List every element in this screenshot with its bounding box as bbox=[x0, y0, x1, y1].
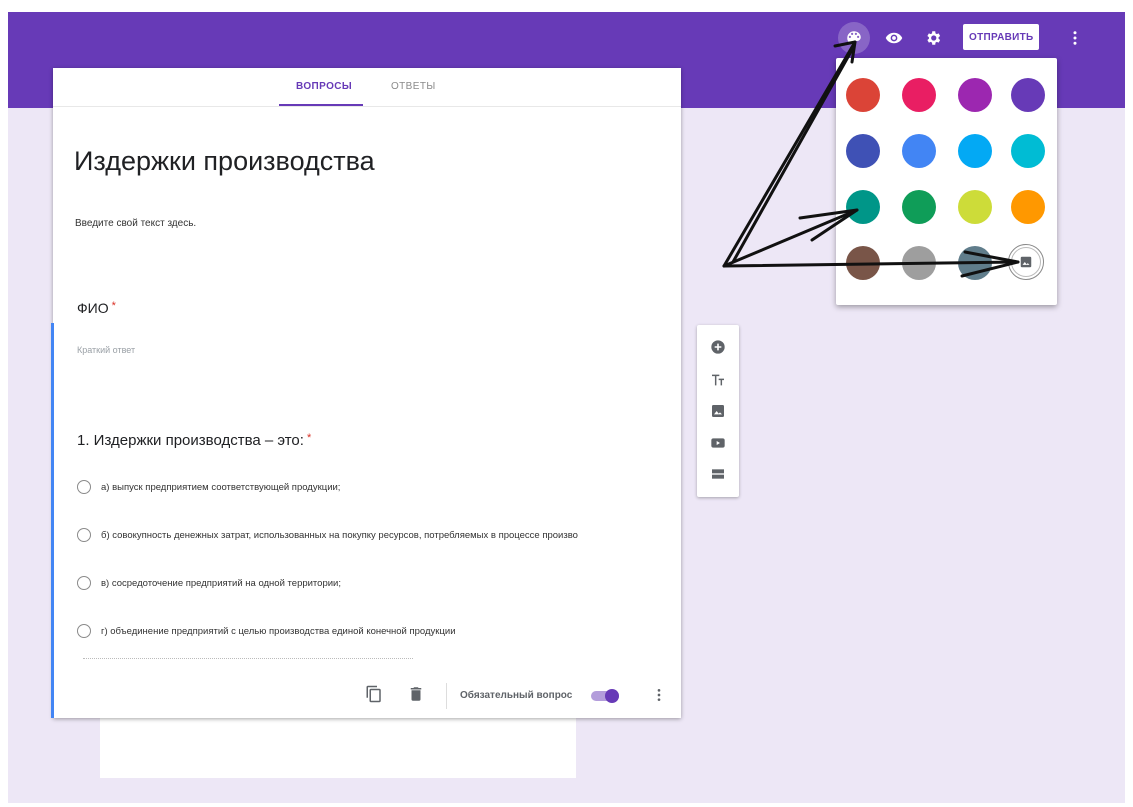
preview-button[interactable] bbox=[878, 22, 910, 54]
more-vert-icon bbox=[1073, 31, 1077, 45]
option-c[interactable]: в) сосредоточение предприятий на одной т… bbox=[77, 576, 341, 590]
active-question-indicator bbox=[51, 323, 54, 718]
add-section-button[interactable] bbox=[708, 464, 728, 484]
preview-icon bbox=[885, 32, 903, 44]
image-icon bbox=[1020, 256, 1032, 268]
option-c-text: в) сосредоточение предприятий на одной т… bbox=[101, 577, 342, 589]
question-fio-text: ФИО bbox=[77, 300, 109, 316]
add-title-button[interactable] bbox=[708, 370, 728, 390]
radio-button[interactable] bbox=[77, 528, 91, 542]
add-video-icon bbox=[711, 438, 725, 448]
form-title[interactable]: Издержки производства bbox=[74, 146, 375, 177]
short-answer-placeholder: Краткий ответ bbox=[77, 345, 136, 355]
copy-icon bbox=[366, 685, 381, 703]
form-card: ВОПРОСЫ ОТВЕТЫ Издержки производства Вве… bbox=[53, 68, 681, 718]
more-vert-icon bbox=[657, 689, 661, 701]
add-question-button[interactable] bbox=[708, 337, 728, 357]
option-b-text: б) совокупность денежных затрат, использ… bbox=[101, 529, 578, 541]
radio-button[interactable] bbox=[77, 480, 91, 494]
palette-button[interactable] bbox=[838, 22, 870, 54]
palette-icon bbox=[847, 31, 861, 45]
radio-button[interactable] bbox=[77, 576, 91, 590]
add-image-icon bbox=[712, 405, 724, 417]
add-image-button[interactable] bbox=[708, 401, 728, 421]
required-asterisk: * bbox=[306, 432, 312, 444]
color-swatch-orange[interactable] bbox=[1011, 190, 1045, 224]
delete-button[interactable] bbox=[407, 685, 425, 708]
required-toggle[interactable] bbox=[591, 689, 619, 703]
option-d-text: г) объединение предприятий с целью произ… bbox=[101, 625, 456, 637]
tab-questions[interactable]: ВОПРОСЫ bbox=[296, 81, 352, 92]
add-question-icon bbox=[711, 340, 725, 354]
question-footer: Обязательный вопрос bbox=[53, 673, 681, 718]
color-swatch-purple[interactable] bbox=[958, 78, 992, 112]
color-swatch-indigo[interactable] bbox=[846, 134, 880, 168]
next-card-preview bbox=[100, 718, 576, 778]
option-d[interactable]: г) объединение предприятий с целью произ… bbox=[77, 624, 456, 638]
color-swatch-grey[interactable] bbox=[902, 246, 936, 280]
form-description[interactable]: Введите свой текст здесь. bbox=[75, 218, 196, 229]
option-a[interactable]: а) выпуск предприятием соответствующей п… bbox=[77, 480, 340, 494]
side-toolbar bbox=[697, 325, 739, 497]
choose-image-button[interactable] bbox=[1008, 244, 1044, 280]
radio-button[interactable] bbox=[77, 624, 91, 638]
settings-button[interactable] bbox=[917, 22, 949, 54]
color-swatch-light-blue[interactable] bbox=[958, 134, 992, 168]
option-b[interactable]: б) совокупность денежных затрат, использ… bbox=[77, 528, 578, 542]
color-swatch-deep-purple[interactable] bbox=[1011, 78, 1045, 112]
settings-icon bbox=[927, 31, 941, 45]
toggle-thumb bbox=[605, 689, 619, 703]
color-swatch-green[interactable] bbox=[902, 190, 936, 224]
color-swatch-blue[interactable] bbox=[902, 134, 936, 168]
required-asterisk: * bbox=[111, 300, 116, 312]
tab-responses[interactable]: ОТВЕТЫ bbox=[391, 81, 436, 92]
send-button[interactable]: ОТПРАВИТЬ bbox=[963, 24, 1039, 50]
color-swatch-cyan[interactable] bbox=[1011, 134, 1045, 168]
color-swatch-brown[interactable] bbox=[846, 246, 880, 280]
theme-color-palette bbox=[836, 58, 1057, 305]
color-swatch-teal[interactable] bbox=[846, 190, 880, 224]
footer-divider bbox=[446, 683, 447, 709]
duplicate-button[interactable] bbox=[365, 685, 383, 708]
question-label-fio[interactable]: ФИО * bbox=[77, 300, 116, 316]
color-swatch-blue-grey[interactable] bbox=[958, 246, 992, 280]
add-video-button[interactable] bbox=[708, 433, 728, 453]
tabs-bar: ВОПРОСЫ ОТВЕТЫ bbox=[53, 68, 681, 107]
add-section-icon bbox=[712, 469, 724, 479]
required-label: Обязательный вопрос bbox=[460, 690, 573, 701]
color-swatch-red[interactable] bbox=[846, 78, 880, 112]
option-a-text: а) выпуск предприятием соответствующей п… bbox=[101, 481, 341, 493]
add-title-icon bbox=[712, 374, 724, 386]
color-swatch-lime[interactable] bbox=[958, 190, 992, 224]
color-swatch-pink[interactable] bbox=[902, 78, 936, 112]
active-tab-indicator bbox=[279, 104, 363, 106]
question-1-title[interactable]: 1. Издержки производства – это: * bbox=[77, 432, 311, 449]
trash-icon bbox=[410, 687, 422, 701]
image-option-ring bbox=[1011, 247, 1041, 277]
more-options-button[interactable] bbox=[1059, 22, 1091, 54]
question-1-text: 1. Издержки производства – это: bbox=[77, 432, 304, 449]
clipped-option-row bbox=[83, 658, 413, 663]
question-more-button[interactable] bbox=[651, 686, 667, 709]
